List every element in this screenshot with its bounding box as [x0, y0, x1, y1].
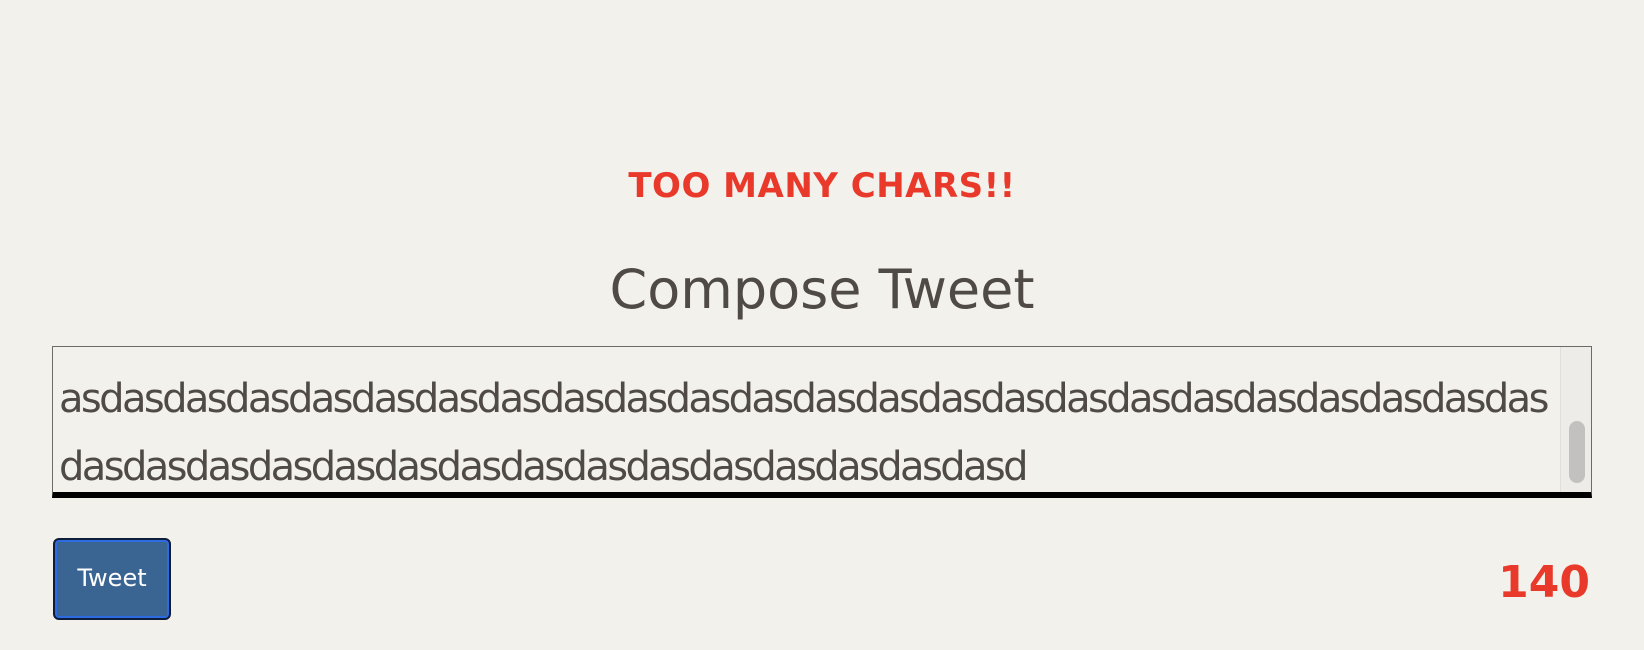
character-counter: 140: [1498, 557, 1590, 608]
compose-tweet-title: Compose Tweet: [609, 258, 1035, 321]
tweet-textarea-value[interactable]: asdasdasdasdasdasdasdasdasdasdasdasdasda…: [59, 365, 1559, 492]
textarea-scroll-thumb[interactable]: [1569, 421, 1585, 483]
textarea-scrollbar[interactable]: [1560, 347, 1591, 492]
too-many-chars-warning: TOO MANY CHARS!!: [628, 166, 1016, 206]
tweet-textarea[interactable]: asdasdasdasdasdasdasdasdasdasdasdasdasda…: [52, 346, 1592, 498]
tweet-button[interactable]: Tweet: [53, 538, 171, 620]
